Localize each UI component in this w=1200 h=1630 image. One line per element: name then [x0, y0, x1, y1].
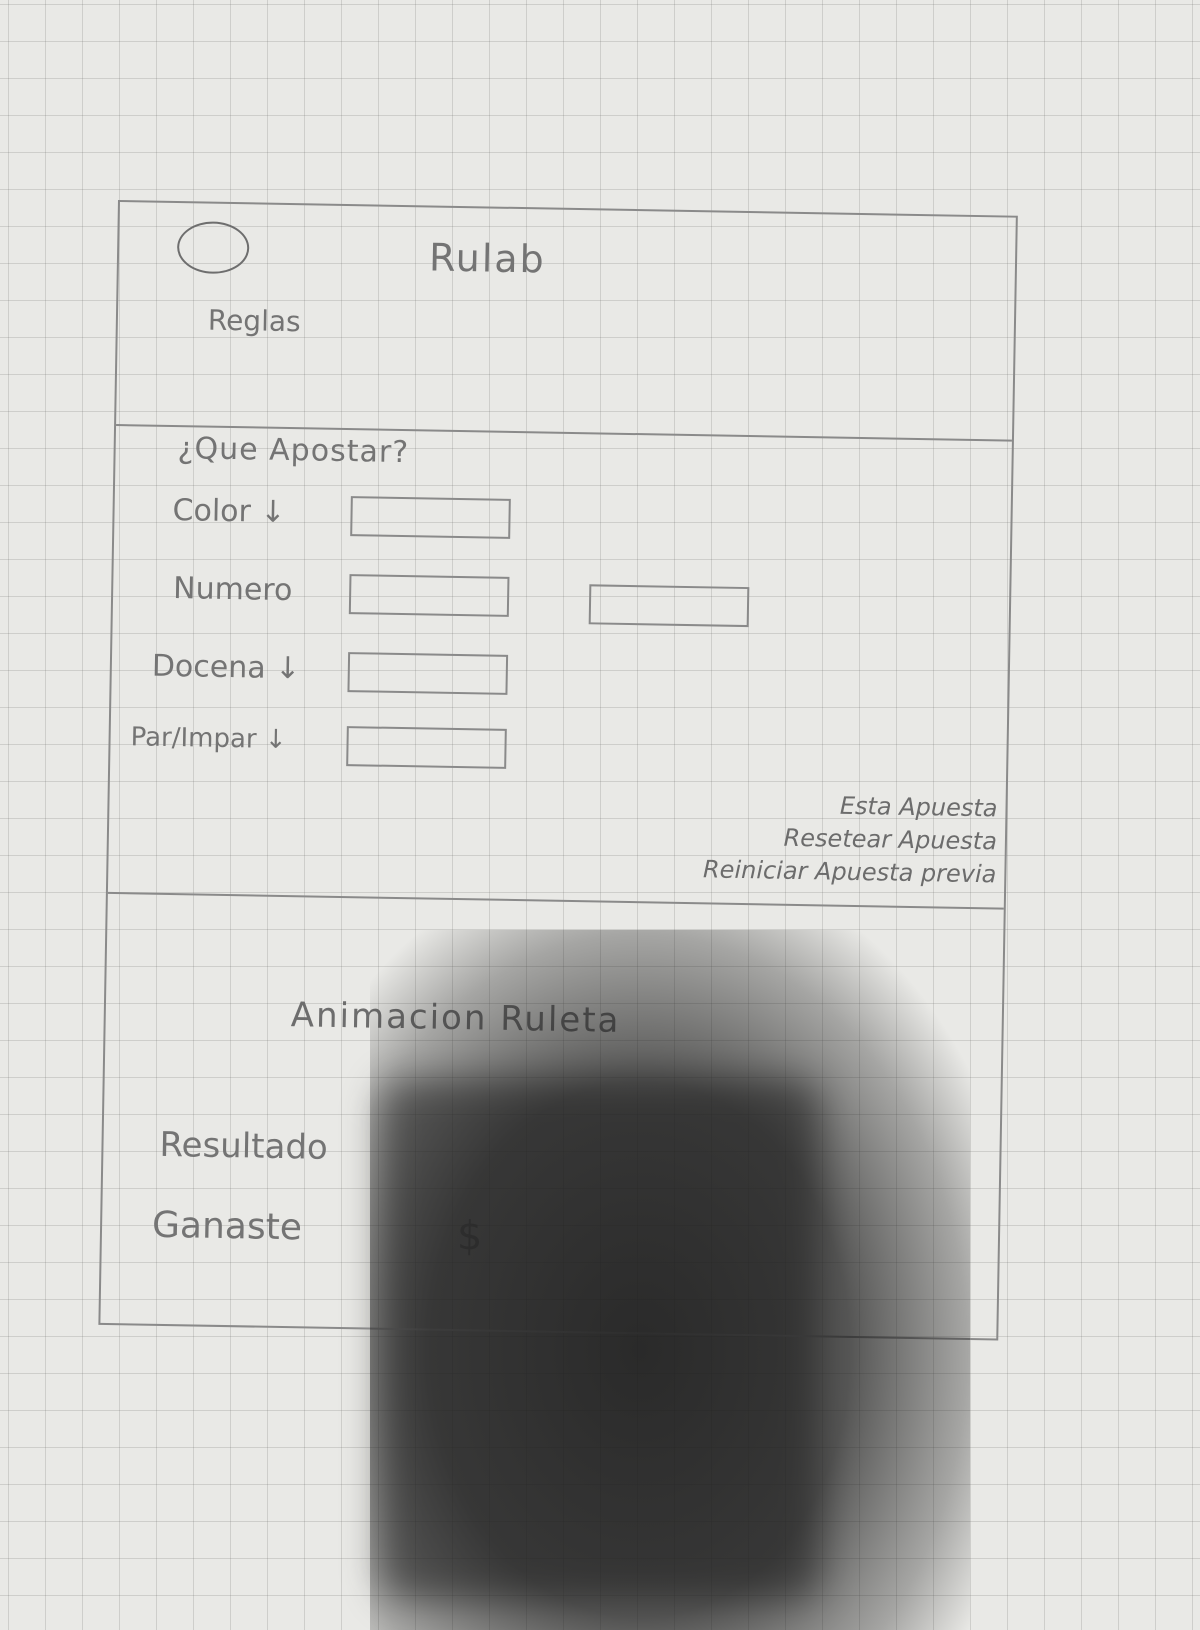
dozen-select[interactable] — [347, 652, 509, 695]
bet-actions: Esta Apuesta Resetear Apuesta Reiniciar … — [703, 787, 998, 891]
restart-previous-bet-button[interactable]: Reiniciar Apuesta previa — [703, 853, 997, 891]
app-title: Rulab — [428, 235, 547, 282]
number-input-secondary[interactable] — [588, 584, 750, 628]
number-input[interactable] — [348, 574, 510, 617]
color-select[interactable] — [350, 496, 511, 539]
parity-label: Par/Impar ↓ — [130, 722, 287, 756]
number-label: Numero — [172, 571, 293, 609]
bet-question: ¿Que Apostar? — [177, 431, 410, 471]
logo-circle-icon[interactable] — [176, 221, 250, 275]
color-label: Color ↓ — [172, 493, 286, 530]
won-amount: $ — [456, 1213, 483, 1260]
wireframe-frame: Rulab Reglas ¿Que Apostar? Color ↓ Numer… — [98, 200, 1018, 1341]
roulette-animation-area: Animacion Ruleta — [290, 995, 621, 1041]
reset-bet-button[interactable]: Resetear Apuesta — [703, 820, 997, 858]
parity-select[interactable] — [346, 726, 507, 769]
result-label: Resultado — [159, 1124, 329, 1168]
place-bet-button[interactable]: Esta Apuesta — [704, 787, 998, 825]
dozen-label: Docena ↓ — [151, 648, 301, 687]
won-label: Ganaste — [151, 1204, 303, 1249]
rules-link[interactable]: Reglas — [208, 304, 301, 339]
roulette-divider — [107, 891, 1004, 910]
